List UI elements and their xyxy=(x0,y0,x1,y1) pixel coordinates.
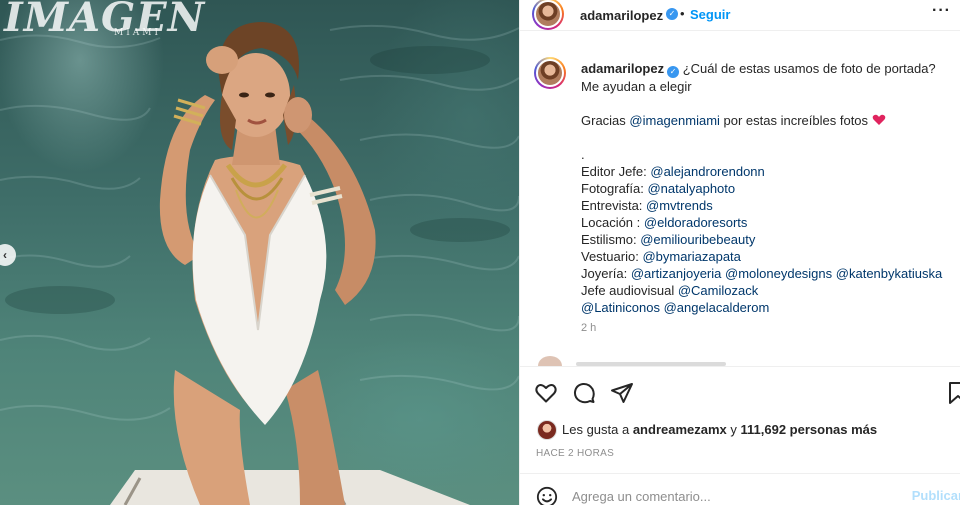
credit-label: Joyería: xyxy=(581,266,631,281)
author-avatar[interactable] xyxy=(532,0,564,30)
action-bar xyxy=(520,366,960,418)
mention-link[interactable]: @katenbykatiuska xyxy=(836,266,942,281)
imagen-miami-watermark: IMAGEN MIAMI xyxy=(4,0,204,44)
caption-area: adamarilopez ✓ ¿Cuál de estas usamos de f… xyxy=(520,44,960,366)
mention-link[interactable]: @angelacalderom xyxy=(664,300,770,315)
red-heart-emoji-icon xyxy=(872,114,885,125)
mention-link[interactable]: @moloneydesigns xyxy=(725,266,832,281)
mention-link[interactable]: @emiliouribebeauty xyxy=(640,232,755,247)
credit-label: Editor Jefe: xyxy=(581,164,651,179)
credit-label: Entrevista: xyxy=(581,198,647,213)
mention-link[interactable]: @Camilozack xyxy=(678,283,758,298)
likes-prefix: Les gusta a xyxy=(562,422,633,437)
mention-link[interactable]: @mvtrends xyxy=(646,198,713,213)
credit-line: Estilismo: @emiliouribebeauty xyxy=(581,231,951,248)
credit-line: Jefe audiovisual @Camilozack xyxy=(581,282,951,299)
liker-avatar[interactable] xyxy=(537,420,557,440)
heart-icon[interactable] xyxy=(534,381,558,405)
publish-button[interactable]: Publicar xyxy=(912,488,960,503)
credit-label: Vestuario: xyxy=(581,249,643,264)
mention-link[interactable]: @bymariazapata xyxy=(642,249,740,264)
caption-timestamp: 2 h xyxy=(581,322,597,334)
smiley-icon[interactable] xyxy=(536,486,558,505)
mention-link[interactable]: @artizanjoyeria xyxy=(631,266,722,281)
likes-text: Les gusta a andreamezamx y 111,692 perso… xyxy=(562,422,877,437)
more-horizontal-icon[interactable]: ··· xyxy=(932,2,951,20)
comment-avatar[interactable] xyxy=(538,356,562,366)
mention-link[interactable]: @alejandrorendonn xyxy=(650,164,764,179)
likes-middle: y xyxy=(726,422,741,437)
credit-label: Estilismo: xyxy=(581,232,641,247)
credit-line: @Latiniconos @angelacalderom xyxy=(581,299,951,316)
credit-line: Fotografía: @natalyaphoto xyxy=(581,180,951,197)
model-figure xyxy=(110,22,470,505)
comment-icon[interactable] xyxy=(572,381,596,405)
thanks-prefix: Gracias xyxy=(581,113,630,128)
mention-link[interactable]: @natalyaphoto xyxy=(647,181,735,196)
watermark-brand: IMAGEN xyxy=(4,0,206,41)
likes-count[interactable]: 111,692 personas más xyxy=(741,422,878,437)
comment-input[interactable] xyxy=(572,484,902,505)
watermark-city: MIAMI xyxy=(114,28,162,38)
post-details-panel: adamarilopez ✓ • Seguir ··· adamarilopez… xyxy=(519,0,960,505)
credit-label: Fotografía: xyxy=(581,181,648,196)
credit-line: Locación : @eldoradoresorts xyxy=(581,214,951,231)
credit-line: Entrevista: @mvtrends xyxy=(581,197,951,214)
mention-link[interactable]: @Latiniconos xyxy=(581,300,660,315)
caption-username[interactable]: adamarilopez xyxy=(581,61,664,76)
post-header: adamarilopez ✓ • Seguir ··· xyxy=(520,0,960,31)
credit-line: Vestuario: @bymariazapata xyxy=(581,248,951,265)
mention-link[interactable]: @eldoradoresorts xyxy=(644,215,748,230)
credit-line: Editor Jefe: @alejandrorendonn xyxy=(581,163,951,180)
thanks-suffix: por estas increíbles fotos xyxy=(719,113,869,128)
caption-avatar[interactable] xyxy=(534,57,566,89)
bookmark-icon[interactable] xyxy=(946,381,960,405)
liker-username[interactable]: andreamezamx xyxy=(633,422,727,437)
verified-badge-icon: ✓ xyxy=(666,8,678,20)
header-separator: • xyxy=(680,6,685,21)
follow-button[interactable]: Seguir xyxy=(690,7,730,22)
author-username[interactable]: adamarilopez xyxy=(580,8,663,23)
share-icon[interactable] xyxy=(610,381,634,405)
credit-label: Locación : xyxy=(581,215,644,230)
caption-text: adamarilopez ✓ ¿Cuál de estas usamos de f… xyxy=(581,60,951,316)
mention-link[interactable]: @imagenmiami xyxy=(629,113,720,128)
post-time-ago[interactable]: HACE 2 HORAS xyxy=(536,448,614,459)
credits-list: Editor Jefe: @alejandrorendonn Fotografía… xyxy=(581,163,951,316)
caption-dot: . xyxy=(581,147,585,162)
credit-label: Jefe audiovisual xyxy=(581,283,678,298)
credit-line: Joyería: @artizanjoyeria @moloneydesigns… xyxy=(581,265,951,282)
comment-bar: Publicar xyxy=(520,473,960,505)
chevron-left-icon: ‹ xyxy=(3,248,7,262)
verified-badge-icon: ✓ xyxy=(667,66,680,78)
likes-row: Les gusta a andreamezamx y 111,692 perso… xyxy=(520,418,960,440)
post-photo[interactable]: IMAGEN MIAMI ‹ xyxy=(0,0,519,505)
